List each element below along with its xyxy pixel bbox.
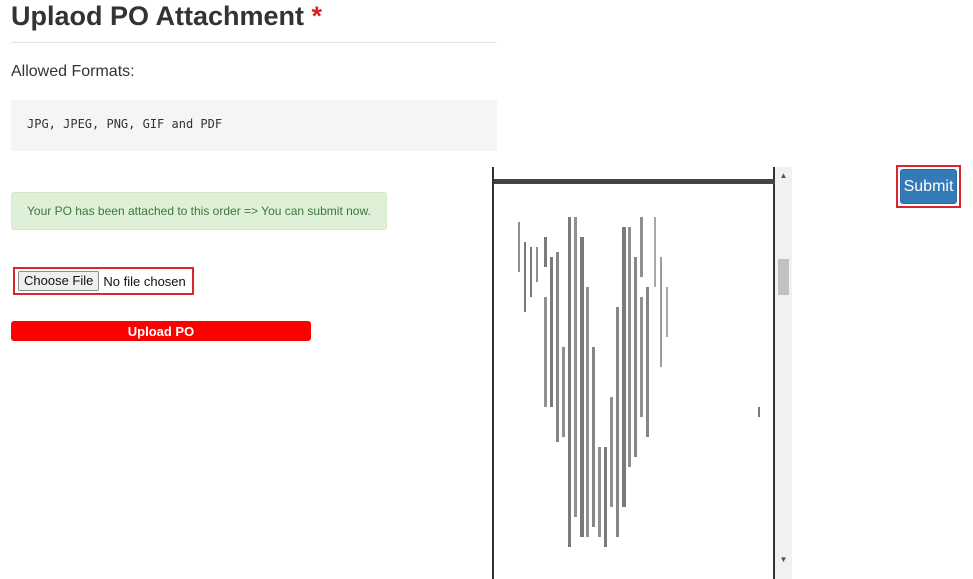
preview-scrollbar[interactable]: ▲ ▼ <box>775 167 792 579</box>
scroll-up-arrow-icon[interactable]: ▲ <box>775 169 792 183</box>
submit-button[interactable]: Submit <box>900 169 957 204</box>
page-title-text: Uplaod PO Attachment <box>11 1 305 31</box>
submit-button-highlight: Submit <box>896 165 961 208</box>
success-alert: Your PO has been attached to this order … <box>11 192 387 230</box>
allowed-formats-label: Allowed Formats: <box>11 63 135 80</box>
required-asterisk: * <box>311 1 323 31</box>
file-status-text: No file chosen <box>103 273 186 289</box>
allowed-formats-list: JPG, JPEG, PNG, GIF and PDF <box>27 117 223 131</box>
title-divider <box>11 42 497 43</box>
choose-file-button[interactable]: Choose File <box>18 271 100 291</box>
scroll-down-arrow-icon[interactable]: ▼ <box>775 553 792 567</box>
page-title: Uplaod PO Attachment * <box>11 0 322 32</box>
po-preview-frame <box>492 167 777 579</box>
upload-po-button[interactable]: Upload PO <box>11 321 311 341</box>
po-preview-pane: ▲ ▼ <box>492 167 792 579</box>
po-document-image <box>518 217 760 547</box>
scrollbar-thumb[interactable] <box>778 259 789 295</box>
allowed-formats-box: JPG, JPEG, PNG, GIF and PDF <box>11 100 497 151</box>
preview-top-bar <box>494 179 777 184</box>
file-input[interactable]: Choose File No file chosen <box>13 267 194 295</box>
